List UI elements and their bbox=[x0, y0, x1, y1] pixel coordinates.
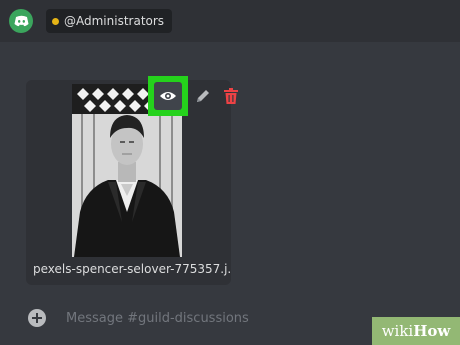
watermark-prefix: wiki bbox=[381, 322, 414, 340]
delete-attachment-button[interactable] bbox=[219, 84, 243, 108]
watermark-suffix: How bbox=[413, 322, 451, 340]
plus-circle-icon bbox=[32, 313, 42, 323]
message-input[interactable] bbox=[64, 309, 368, 327]
role-color-dot bbox=[52, 17, 59, 25]
discord-logo-icon[interactable] bbox=[9, 9, 33, 33]
attachment-filename: pexels-spencer-selover-775357.j... bbox=[33, 262, 231, 276]
trash-icon bbox=[224, 88, 238, 104]
preview-attachment-button[interactable] bbox=[148, 76, 188, 116]
wikihow-watermark: wiki How bbox=[372, 317, 460, 345]
eye-icon bbox=[160, 92, 176, 100]
add-attachment-button[interactable] bbox=[28, 309, 46, 327]
pencil-icon bbox=[197, 90, 209, 102]
role-mention-tag[interactable]: @Administrators bbox=[46, 9, 173, 33]
edit-attachment-button[interactable] bbox=[191, 84, 215, 108]
attachment-action-bar bbox=[148, 76, 248, 116]
role-mention-label: @Administrators bbox=[64, 14, 165, 28]
